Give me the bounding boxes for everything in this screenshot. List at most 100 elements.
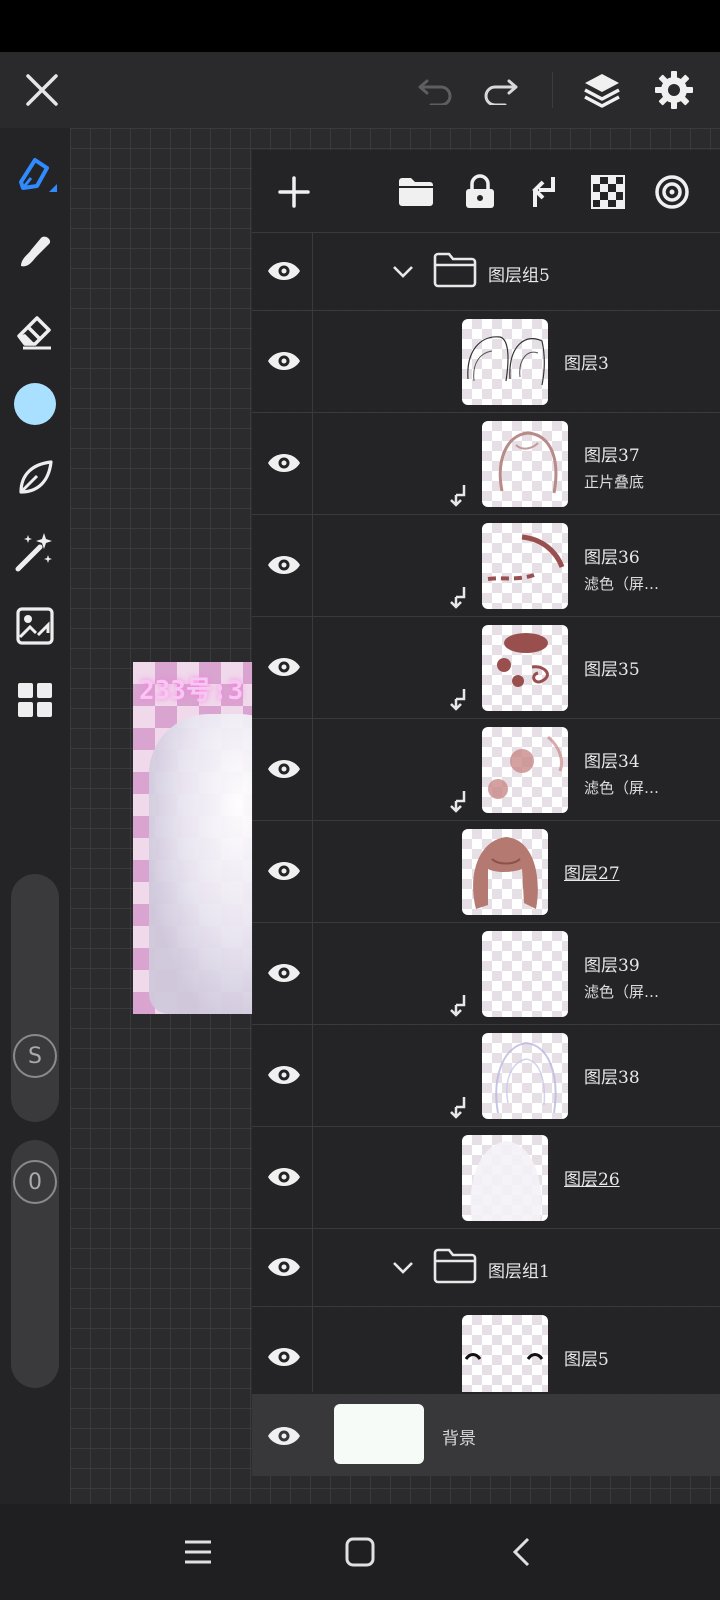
home-icon[interactable] — [336, 1528, 384, 1576]
visibility-eye-icon[interactable] — [260, 1412, 308, 1460]
layer-name: 图层27 — [564, 864, 620, 884]
clipping-arrow-icon — [450, 791, 466, 813]
toolbar-divider — [552, 72, 553, 108]
visibility-eye-icon[interactable] — [260, 847, 308, 895]
layer-name: 图层35 — [584, 660, 640, 680]
layers-icon[interactable] — [580, 68, 624, 112]
background-layer-name: 背景 — [442, 1429, 476, 1449]
layer-group-name: 图层组5 — [488, 266, 550, 286]
transparency-lock-icon[interactable] — [586, 170, 630, 214]
magic-wand-icon[interactable] — [11, 528, 59, 576]
status-bar — [0, 0, 720, 52]
layer-row[interactable]: 图层26 — [252, 1126, 720, 1228]
layer-thumbnail — [462, 829, 548, 915]
visibility-eye-icon[interactable] — [260, 643, 308, 691]
brush-size-slider[interactable]: S — [11, 874, 59, 1122]
add-layer-icon[interactable] — [272, 170, 316, 214]
chevron-down-icon[interactable] — [388, 257, 418, 287]
eraser-icon[interactable] — [11, 306, 59, 354]
layer-name: 图层34 — [584, 752, 640, 772]
layer-name: 图层39 — [584, 956, 640, 976]
visibility-eye-icon[interactable] — [260, 541, 308, 589]
brush-opacity-slider[interactable]: 0 — [11, 1140, 59, 1388]
layer-name: 图层26 — [564, 1170, 620, 1190]
lock-icon[interactable] — [458, 170, 502, 214]
merge-down-icon[interactable] — [522, 170, 566, 214]
layer-thumbnail — [462, 319, 548, 405]
visibility-eye-icon[interactable] — [260, 1153, 308, 1201]
layer-thumbnail — [482, 1033, 568, 1119]
blend-mode-label: 正片叠底 — [584, 473, 645, 491]
opacity-slider-knob[interactable]: 0 — [13, 1160, 57, 1204]
pen-tool-icon[interactable] — [11, 150, 59, 198]
layers-toolbar — [252, 150, 720, 232]
folder-icon[interactable] — [394, 170, 438, 214]
layer-group-row[interactable]: 图层组1 — [252, 1228, 720, 1306]
layer-row[interactable]: 图层5 — [252, 1306, 720, 1392]
visibility-eye-icon[interactable] — [260, 439, 308, 487]
layer-row[interactable]: 图层36 滤色（屏… — [252, 514, 720, 616]
recent-apps-icon[interactable] — [174, 1528, 222, 1576]
layer-thumbnail — [482, 625, 568, 711]
visibility-eye-icon[interactable] — [260, 1051, 308, 1099]
layers-panel: 图层组5 图层3 图层37 正片叠底 图层36 滤色（屏… 图层35 图层34 … — [252, 150, 720, 1472]
visibility-eye-icon[interactable] — [260, 745, 308, 793]
layer-name: 图层5 — [564, 1350, 609, 1370]
layer-row[interactable]: 图层37 正片叠底 — [252, 412, 720, 514]
left-toolbar: S 0 — [0, 128, 70, 1504]
visibility-eye-icon[interactable] — [260, 1333, 308, 1381]
blend-mode-label: 滤色（屏… — [584, 983, 660, 1001]
clipping-arrow-icon — [450, 587, 466, 609]
color-swatch[interactable] — [11, 380, 59, 428]
blend-mode-label: 滤色（屏… — [584, 779, 660, 797]
layer-name: 图层38 — [584, 1068, 640, 1088]
layer-row[interactable]: 图层27 — [252, 820, 720, 922]
layer-name: 图层37 — [584, 446, 640, 466]
group-folder-icon — [432, 251, 478, 291]
visibility-eye-icon[interactable] — [260, 1243, 308, 1291]
layer-name: 图层3 — [564, 354, 609, 374]
visibility-eye-icon[interactable] — [260, 247, 308, 295]
back-icon[interactable] — [498, 1528, 546, 1576]
redo-icon[interactable] — [478, 68, 522, 112]
layer-thumbnail — [462, 1315, 548, 1392]
layers-list[interactable]: 图层组5 图层3 图层37 正片叠底 图层36 滤色（屏… 图层35 图层34 … — [252, 232, 720, 1392]
target-icon[interactable] — [650, 170, 694, 214]
chevron-down-icon[interactable] — [388, 1253, 418, 1283]
layer-thumbnail — [482, 421, 568, 507]
clipping-arrow-icon — [450, 485, 466, 507]
settings-icon[interactable] — [652, 68, 696, 112]
layer-row[interactable]: 图层38 — [252, 1024, 720, 1126]
leaf-brush-icon[interactable] — [11, 454, 59, 502]
layer-thumbnail — [462, 1135, 548, 1221]
visibility-eye-icon[interactable] — [260, 337, 308, 385]
layer-row[interactable]: 图层3 — [252, 310, 720, 412]
smudge-icon[interactable] — [11, 228, 59, 276]
undo-icon[interactable] — [414, 68, 458, 112]
blend-mode-label: 滤色（屏… — [584, 575, 660, 593]
layer-group-name: 图层组1 — [488, 1262, 550, 1282]
background-thumbnail — [334, 1404, 424, 1464]
layer-row[interactable]: 图层34 滤色（屏… — [252, 718, 720, 820]
layer-name: 图层36 — [584, 548, 640, 568]
layer-group-row[interactable]: 图层组5 — [252, 232, 720, 310]
layer-thumbnail — [482, 727, 568, 813]
clipping-arrow-icon — [450, 1097, 466, 1119]
top-toolbar — [0, 52, 720, 128]
image-import-icon[interactable] — [11, 602, 59, 650]
system-navigation-bar — [0, 1504, 720, 1600]
clipping-arrow-icon — [450, 995, 466, 1017]
layer-thumbnail — [482, 523, 568, 609]
layer-row[interactable]: 图层39 滤色（屏… — [252, 922, 720, 1024]
size-slider-knob[interactable]: S — [13, 1034, 57, 1078]
artwork-overlay-text: 233号:3 — [139, 676, 244, 706]
group-folder-icon — [432, 1247, 478, 1287]
background-layer-row[interactable]: 背景 — [252, 1394, 720, 1476]
visibility-eye-icon[interactable] — [260, 949, 308, 997]
layer-thumbnail — [482, 931, 568, 1017]
close-icon[interactable] — [20, 68, 64, 112]
grid-menu-icon[interactable] — [11, 676, 59, 724]
artwork-preview: 233号:3 — [133, 662, 253, 1014]
artwork-character — [149, 714, 253, 1014]
layer-row[interactable]: 图层35 — [252, 616, 720, 718]
